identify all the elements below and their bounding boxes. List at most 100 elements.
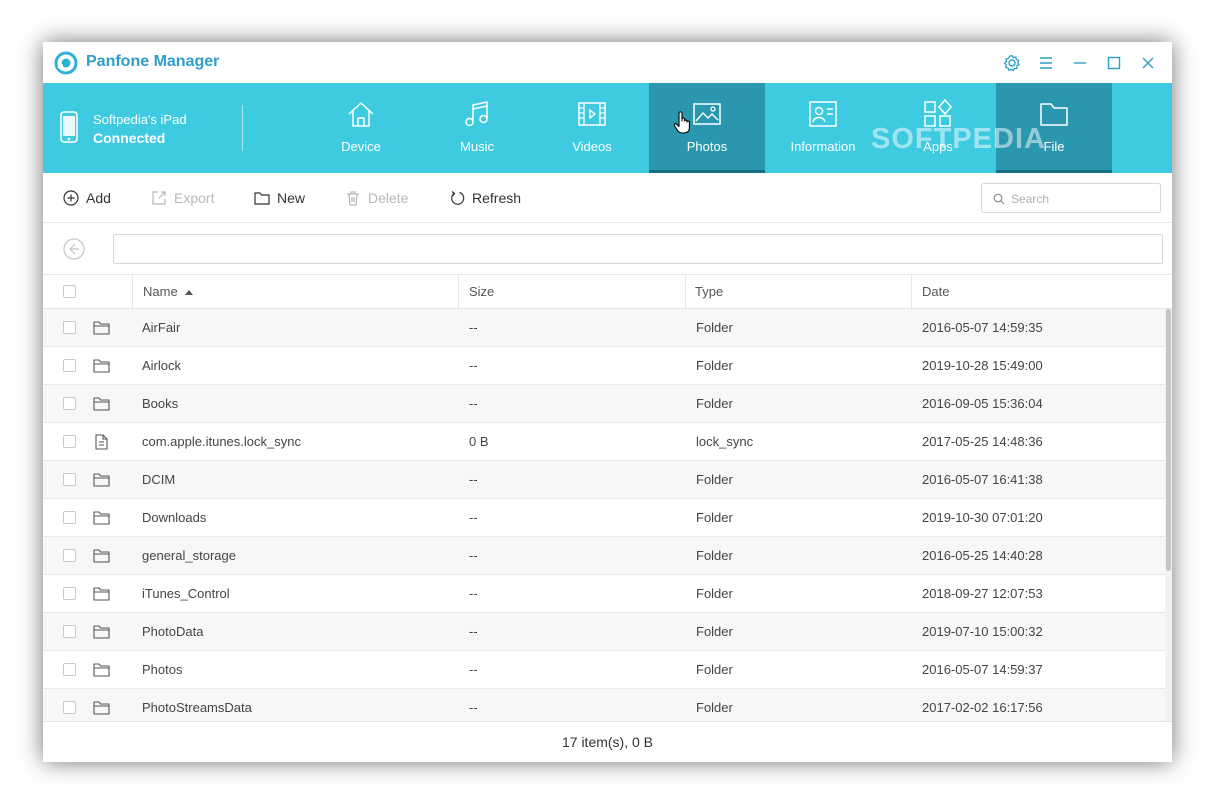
file-size: -- <box>469 548 478 563</box>
menu-icon[interactable] <box>1035 52 1057 74</box>
row-checkbox[interactable] <box>63 663 76 676</box>
row-checkbox[interactable] <box>63 435 76 448</box>
new-folder-button[interactable]: New <box>254 188 305 208</box>
file-name: AirFair <box>142 320 181 335</box>
file-date: 2017-05-25 14:48:36 <box>922 434 1043 449</box>
file-name: com.apple.itunes.lock_sync <box>142 434 301 449</box>
folder-icon <box>93 663 110 677</box>
search-box[interactable] <box>981 183 1161 213</box>
folder-icon <box>93 701 110 715</box>
table-row[interactable]: Photos -- Folder 2016-05-07 14:59:37 <box>43 651 1165 689</box>
file-date: 2019-07-10 15:00:32 <box>922 624 1043 639</box>
file-name: general_storage <box>142 548 236 563</box>
column-divider <box>132 275 133 308</box>
file-date: 2019-10-28 15:49:00 <box>922 358 1043 373</box>
file-date: 2016-05-07 14:59:35 <box>922 320 1043 335</box>
table-row[interactable]: AirFair -- Folder 2016-05-07 14:59:35 <box>43 309 1165 347</box>
column-divider <box>685 275 686 308</box>
row-checkbox[interactable] <box>63 549 76 562</box>
close-icon[interactable] <box>1137 52 1159 74</box>
file-size: -- <box>469 624 478 639</box>
sort-ascending-icon <box>185 290 194 295</box>
folder-icon <box>254 192 270 205</box>
vertical-scrollbar[interactable] <box>1165 309 1172 721</box>
file-date: 2018-09-27 12:07:53 <box>922 586 1043 601</box>
folder-icon <box>93 587 110 601</box>
row-checkbox[interactable] <box>63 397 76 410</box>
export-button[interactable]: Export <box>151 188 214 208</box>
file-type: Folder <box>696 320 733 335</box>
file-type: Folder <box>696 472 733 487</box>
path-field[interactable] <box>113 234 1163 264</box>
file-list: AirFair -- Folder 2016-05-07 14:59:35 Ai… <box>43 309 1165 721</box>
delete-button[interactable]: Delete <box>345 188 408 208</box>
search-input[interactable] <box>1011 190 1151 208</box>
folder-icon <box>93 397 110 411</box>
row-checkbox[interactable] <box>63 473 76 486</box>
table-row[interactable]: Downloads -- Folder 2019-10-30 07:01:20 <box>43 499 1165 537</box>
row-checkbox[interactable] <box>63 701 76 714</box>
ipad-device-icon <box>60 111 78 143</box>
folder-icon <box>93 359 110 373</box>
file-name: PhotoData <box>142 624 204 639</box>
row-checkbox[interactable] <box>63 587 76 600</box>
table-row[interactable]: PhotoData -- Folder 2019-07-10 15:00:32 <box>43 613 1165 651</box>
file-size: -- <box>469 320 478 335</box>
tab-device[interactable]: Device <box>303 83 419 173</box>
device-info[interactable]: Softpedia's iPad Connected <box>43 83 243 173</box>
scrollbar-thumb[interactable] <box>1166 309 1171 571</box>
settings-gear-icon[interactable] <box>1001 52 1023 74</box>
navigation-bar: Softpedia's iPad Connected Device Music … <box>43 83 1172 173</box>
tab-label: Information <box>790 139 856 154</box>
file-name: DCIM <box>142 472 176 487</box>
column-header-date[interactable]: Date <box>922 275 949 308</box>
column-header-size[interactable]: Size <box>469 275 494 308</box>
document-icon <box>95 434 108 450</box>
delete-label: Delete <box>368 190 409 206</box>
back-arrow-icon[interactable] <box>63 238 85 260</box>
file-type: Folder <box>696 662 733 677</box>
minimize-icon[interactable] <box>1069 52 1091 74</box>
app-window: Panfone Manager Softpedia's iPad Connect… <box>43 42 1172 762</box>
table-header: Name Size Type Date <box>43 275 1172 309</box>
table-row[interactable]: Books -- Folder 2016-09-05 15:36:04 <box>43 385 1165 423</box>
refresh-button[interactable]: Refresh <box>449 188 521 208</box>
tab-information[interactable]: Information <box>765 83 881 173</box>
file-date: 2016-05-07 14:59:37 <box>922 662 1043 677</box>
trash-icon <box>347 191 359 206</box>
table-row[interactable]: Airlock -- Folder 2019-10-28 15:49:00 <box>43 347 1165 385</box>
add-label: Add <box>86 190 111 206</box>
column-header-type[interactable]: Type <box>695 275 723 308</box>
tab-label: Videos <box>572 139 612 154</box>
add-button[interactable]: Add <box>63 188 111 208</box>
maximize-icon[interactable] <box>1103 52 1125 74</box>
export-icon <box>152 191 166 205</box>
file-type: Folder <box>696 586 733 601</box>
table-row[interactable]: general_storage -- Folder 2016-05-25 14:… <box>43 537 1165 575</box>
file-type: Folder <box>696 510 733 525</box>
row-checkbox[interactable] <box>63 625 76 638</box>
file-date: 2016-09-05 15:36:04 <box>922 396 1043 411</box>
tab-videos[interactable]: Videos <box>534 83 650 173</box>
table-row[interactable]: iTunes_Control -- Folder 2018-09-27 12:0… <box>43 575 1165 613</box>
table-row[interactable]: com.apple.itunes.lock_sync 0 B lock_sync… <box>43 423 1165 461</box>
tab-music[interactable]: Music <box>419 83 535 173</box>
home-icon <box>348 102 374 127</box>
select-all-checkbox[interactable] <box>63 285 76 298</box>
row-checkbox[interactable] <box>63 359 76 372</box>
refresh-icon <box>451 191 465 205</box>
table-row[interactable]: DCIM -- Folder 2016-05-07 16:41:38 <box>43 461 1165 499</box>
music-note-icon <box>465 101 488 127</box>
title-bar[interactable]: Panfone Manager <box>43 42 1172 83</box>
tab-photos[interactable]: Photos <box>649 83 765 173</box>
app-logo-icon <box>54 51 78 75</box>
folder-icon <box>93 625 110 639</box>
row-checkbox[interactable] <box>63 321 76 334</box>
contact-card-icon <box>809 101 837 127</box>
column-header-name[interactable]: Name <box>143 275 194 308</box>
search-icon <box>993 193 1005 205</box>
row-checkbox[interactable] <box>63 511 76 524</box>
file-type: Folder <box>696 624 733 639</box>
file-size: -- <box>469 586 478 601</box>
table-row[interactable]: PhotoStreamsData -- Folder 2017-02-02 16… <box>43 689 1165 721</box>
